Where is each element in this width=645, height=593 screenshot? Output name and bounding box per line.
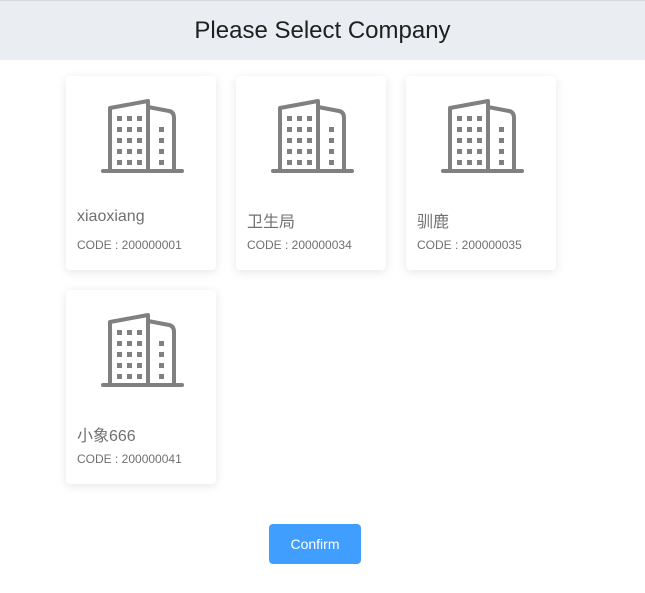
company-name: xiaoxiang (77, 208, 145, 225)
company-name: 小象666 (77, 428, 136, 445)
company-card[interactable]: 卫生局 CODE : 200000034 (236, 76, 386, 270)
company-code: CODE : 200000001 (77, 238, 182, 252)
company-card[interactable]: xiaoxiang CODE : 200000001 (66, 76, 216, 270)
company-card[interactable]: 小象666 CODE : 200000041 (66, 290, 216, 484)
building-icon (441, 99, 524, 173)
company-code: CODE : 200000035 (417, 238, 522, 252)
building-icon (101, 99, 184, 173)
page-title: Please Select Company (194, 16, 451, 44)
confirm-button[interactable]: Confirm (269, 524, 361, 564)
building-icon (101, 313, 184, 387)
company-code: CODE : 200000034 (247, 238, 352, 252)
page-header: Please Select Company (0, 0, 645, 60)
company-card[interactable]: 驯鹿 CODE : 200000035 (406, 76, 556, 270)
company-name: 驯鹿 (417, 214, 450, 231)
company-name: 卫生局 (247, 214, 296, 231)
building-icon (271, 99, 354, 173)
company-code: CODE : 200000041 (77, 452, 182, 466)
